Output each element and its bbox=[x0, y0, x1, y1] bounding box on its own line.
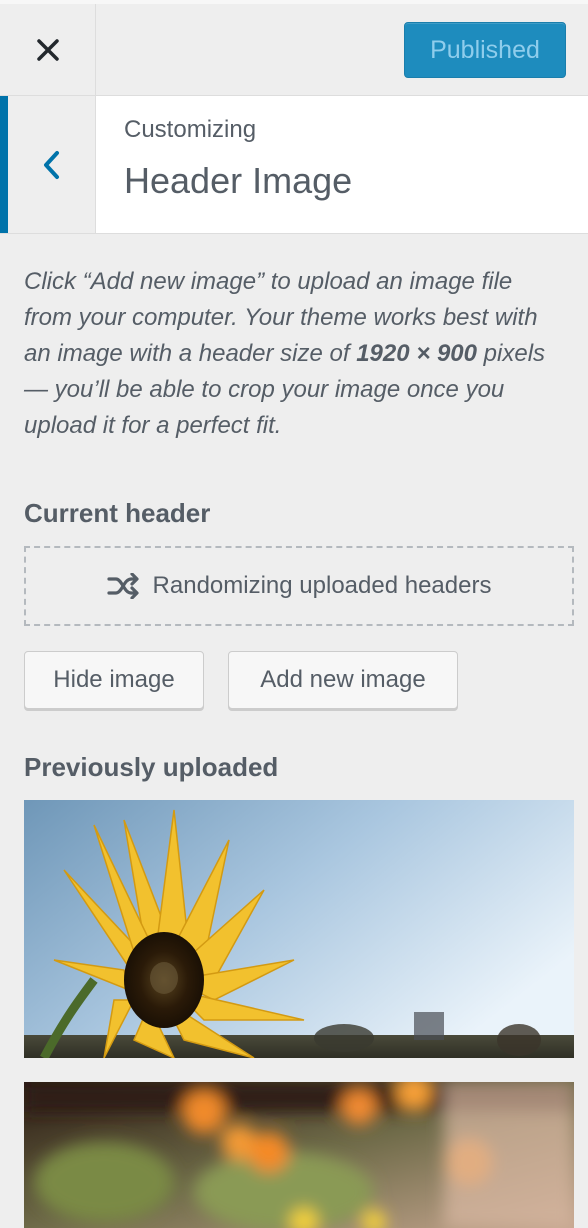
chevron-left-icon bbox=[43, 150, 59, 179]
uploaded-header-thumbnail-1[interactable] bbox=[24, 800, 574, 1058]
section-header: Customizing Header Image bbox=[0, 96, 588, 234]
description-size: 1920 × 900 bbox=[356, 340, 477, 367]
shuffle-icon bbox=[106, 573, 139, 599]
customizer-header: Published bbox=[0, 0, 588, 96]
hide-image-button[interactable]: Hide image bbox=[24, 651, 204, 709]
sunflower-photo-icon bbox=[24, 800, 574, 1058]
back-button[interactable] bbox=[0, 96, 96, 233]
page-title: Header Image bbox=[124, 160, 353, 201]
publish-button[interactable]: Published bbox=[404, 22, 566, 78]
header-image-description: Click “Add new image” to upload an image… bbox=[24, 264, 564, 444]
current-header-box: Randomizing uploaded headers bbox=[24, 546, 574, 626]
current-header-status: Randomizing uploaded headers bbox=[152, 572, 492, 599]
breadcrumb: Customizing bbox=[124, 116, 257, 143]
close-icon bbox=[36, 39, 59, 61]
close-button[interactable] bbox=[0, 4, 96, 96]
previously-uploaded-heading: Previously uploaded bbox=[24, 752, 279, 782]
current-header-heading: Current header bbox=[24, 498, 211, 528]
blurred-flowers-photo-icon bbox=[24, 1082, 574, 1228]
uploaded-header-thumbnail-2[interactable] bbox=[24, 1082, 574, 1228]
add-new-image-button[interactable]: Add new image bbox=[228, 651, 458, 709]
